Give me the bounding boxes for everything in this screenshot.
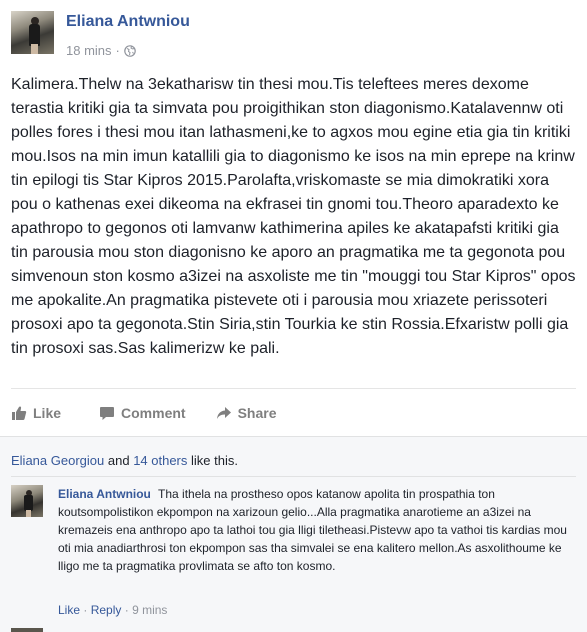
likes-divider: [11, 476, 576, 477]
author-avatar[interactable]: [11, 11, 54, 54]
comment-bubble-icon: [100, 407, 115, 420]
likes-summary: Eliana Georgiou and 14 others like this.: [11, 453, 238, 468]
post-meta: 18 mins ·: [66, 43, 136, 58]
post-timestamp[interactable]: 18 mins: [66, 43, 112, 58]
avatar-figure-body: [29, 24, 40, 46]
commenter-figure-body: [24, 495, 33, 511]
comment-meta: Like · Reply · 9 mins: [58, 603, 167, 617]
meta-separator: ·: [115, 43, 120, 58]
facebook-post: Eliana Antwniou 18 mins · Kalimera.Thelw…: [0, 0, 587, 632]
comment-like-link[interactable]: Like: [58, 603, 80, 617]
comment-reply-link[interactable]: Reply: [91, 603, 122, 617]
globe-icon[interactable]: [124, 44, 136, 57]
share-arrow-icon: [216, 407, 231, 419]
comment-button[interactable]: Comment: [99, 405, 186, 421]
liker-name-link[interactable]: Eliana Georgiou: [11, 453, 104, 468]
commenter-avatar[interactable]: [11, 485, 43, 517]
post-divider: [11, 388, 576, 389]
comment-body: Eliana Antwniou Tha ithela na prostheso …: [58, 485, 578, 575]
likes-others-link[interactable]: 14 others: [133, 453, 187, 468]
comment-meta-sep-2: ·: [124, 603, 129, 617]
share-label: Share: [237, 405, 277, 421]
like-label: Like: [33, 405, 62, 421]
likes-suffix: like this.: [191, 453, 238, 468]
post-actions: Like Comment Share: [11, 405, 277, 421]
comment-author-link[interactable]: Eliana Antwniou: [58, 487, 151, 501]
comment-label: Comment: [121, 405, 186, 421]
comment-meta-sep-1: ·: [83, 603, 88, 617]
post-text: Kalimera.Thelw na 3ekatharisw tin thesi …: [11, 76, 576, 357]
thumbs-up-icon: [12, 406, 27, 420]
likes-and: and: [107, 453, 130, 468]
share-button[interactable]: Share: [216, 405, 277, 421]
commenter-figure-legs: [26, 510, 31, 517]
next-comment-avatar[interactable]: [11, 628, 43, 632]
author-name-link[interactable]: Eliana Antwniou: [66, 13, 190, 31]
like-button[interactable]: Like: [11, 405, 61, 421]
comment-timestamp[interactable]: 9 mins: [132, 603, 167, 617]
avatar-figure-legs: [31, 44, 38, 54]
